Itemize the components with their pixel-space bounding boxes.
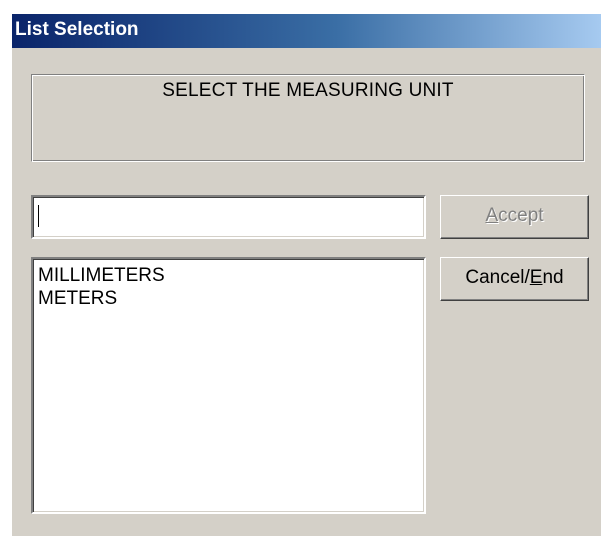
- selection-input[interactable]: [31, 195, 426, 239]
- cancel-label-before: Cancel/: [465, 267, 530, 288]
- list-item[interactable]: METERS: [38, 287, 424, 310]
- prompt-panel: SELECT THE MEASURING UNIT: [31, 74, 585, 162]
- accept-label-rest: ccept: [498, 205, 544, 226]
- list-selection-dialog: List Selection SELECT THE MEASURING UNIT…: [12, 14, 601, 536]
- title-bar[interactable]: List Selection: [12, 14, 601, 48]
- cancel-end-button[interactable]: Cancel/End: [440, 257, 589, 301]
- cancel-end-button-label: Cancel/End: [465, 267, 563, 288]
- unit-list[interactable]: MILLIMETERS METERS: [31, 257, 426, 514]
- accept-mnemonic: A: [485, 205, 499, 226]
- cancel-label-rest: nd: [542, 267, 564, 288]
- accept-button-label: Accept: [485, 205, 543, 226]
- text-caret: [38, 205, 39, 227]
- window-title: List Selection: [15, 19, 139, 40]
- prompt-text: SELECT THE MEASURING UNIT: [162, 80, 454, 101]
- list-item[interactable]: MILLIMETERS: [38, 264, 424, 287]
- cancel-mnemonic: E: [529, 267, 543, 288]
- accept-button[interactable]: Accept: [440, 195, 589, 239]
